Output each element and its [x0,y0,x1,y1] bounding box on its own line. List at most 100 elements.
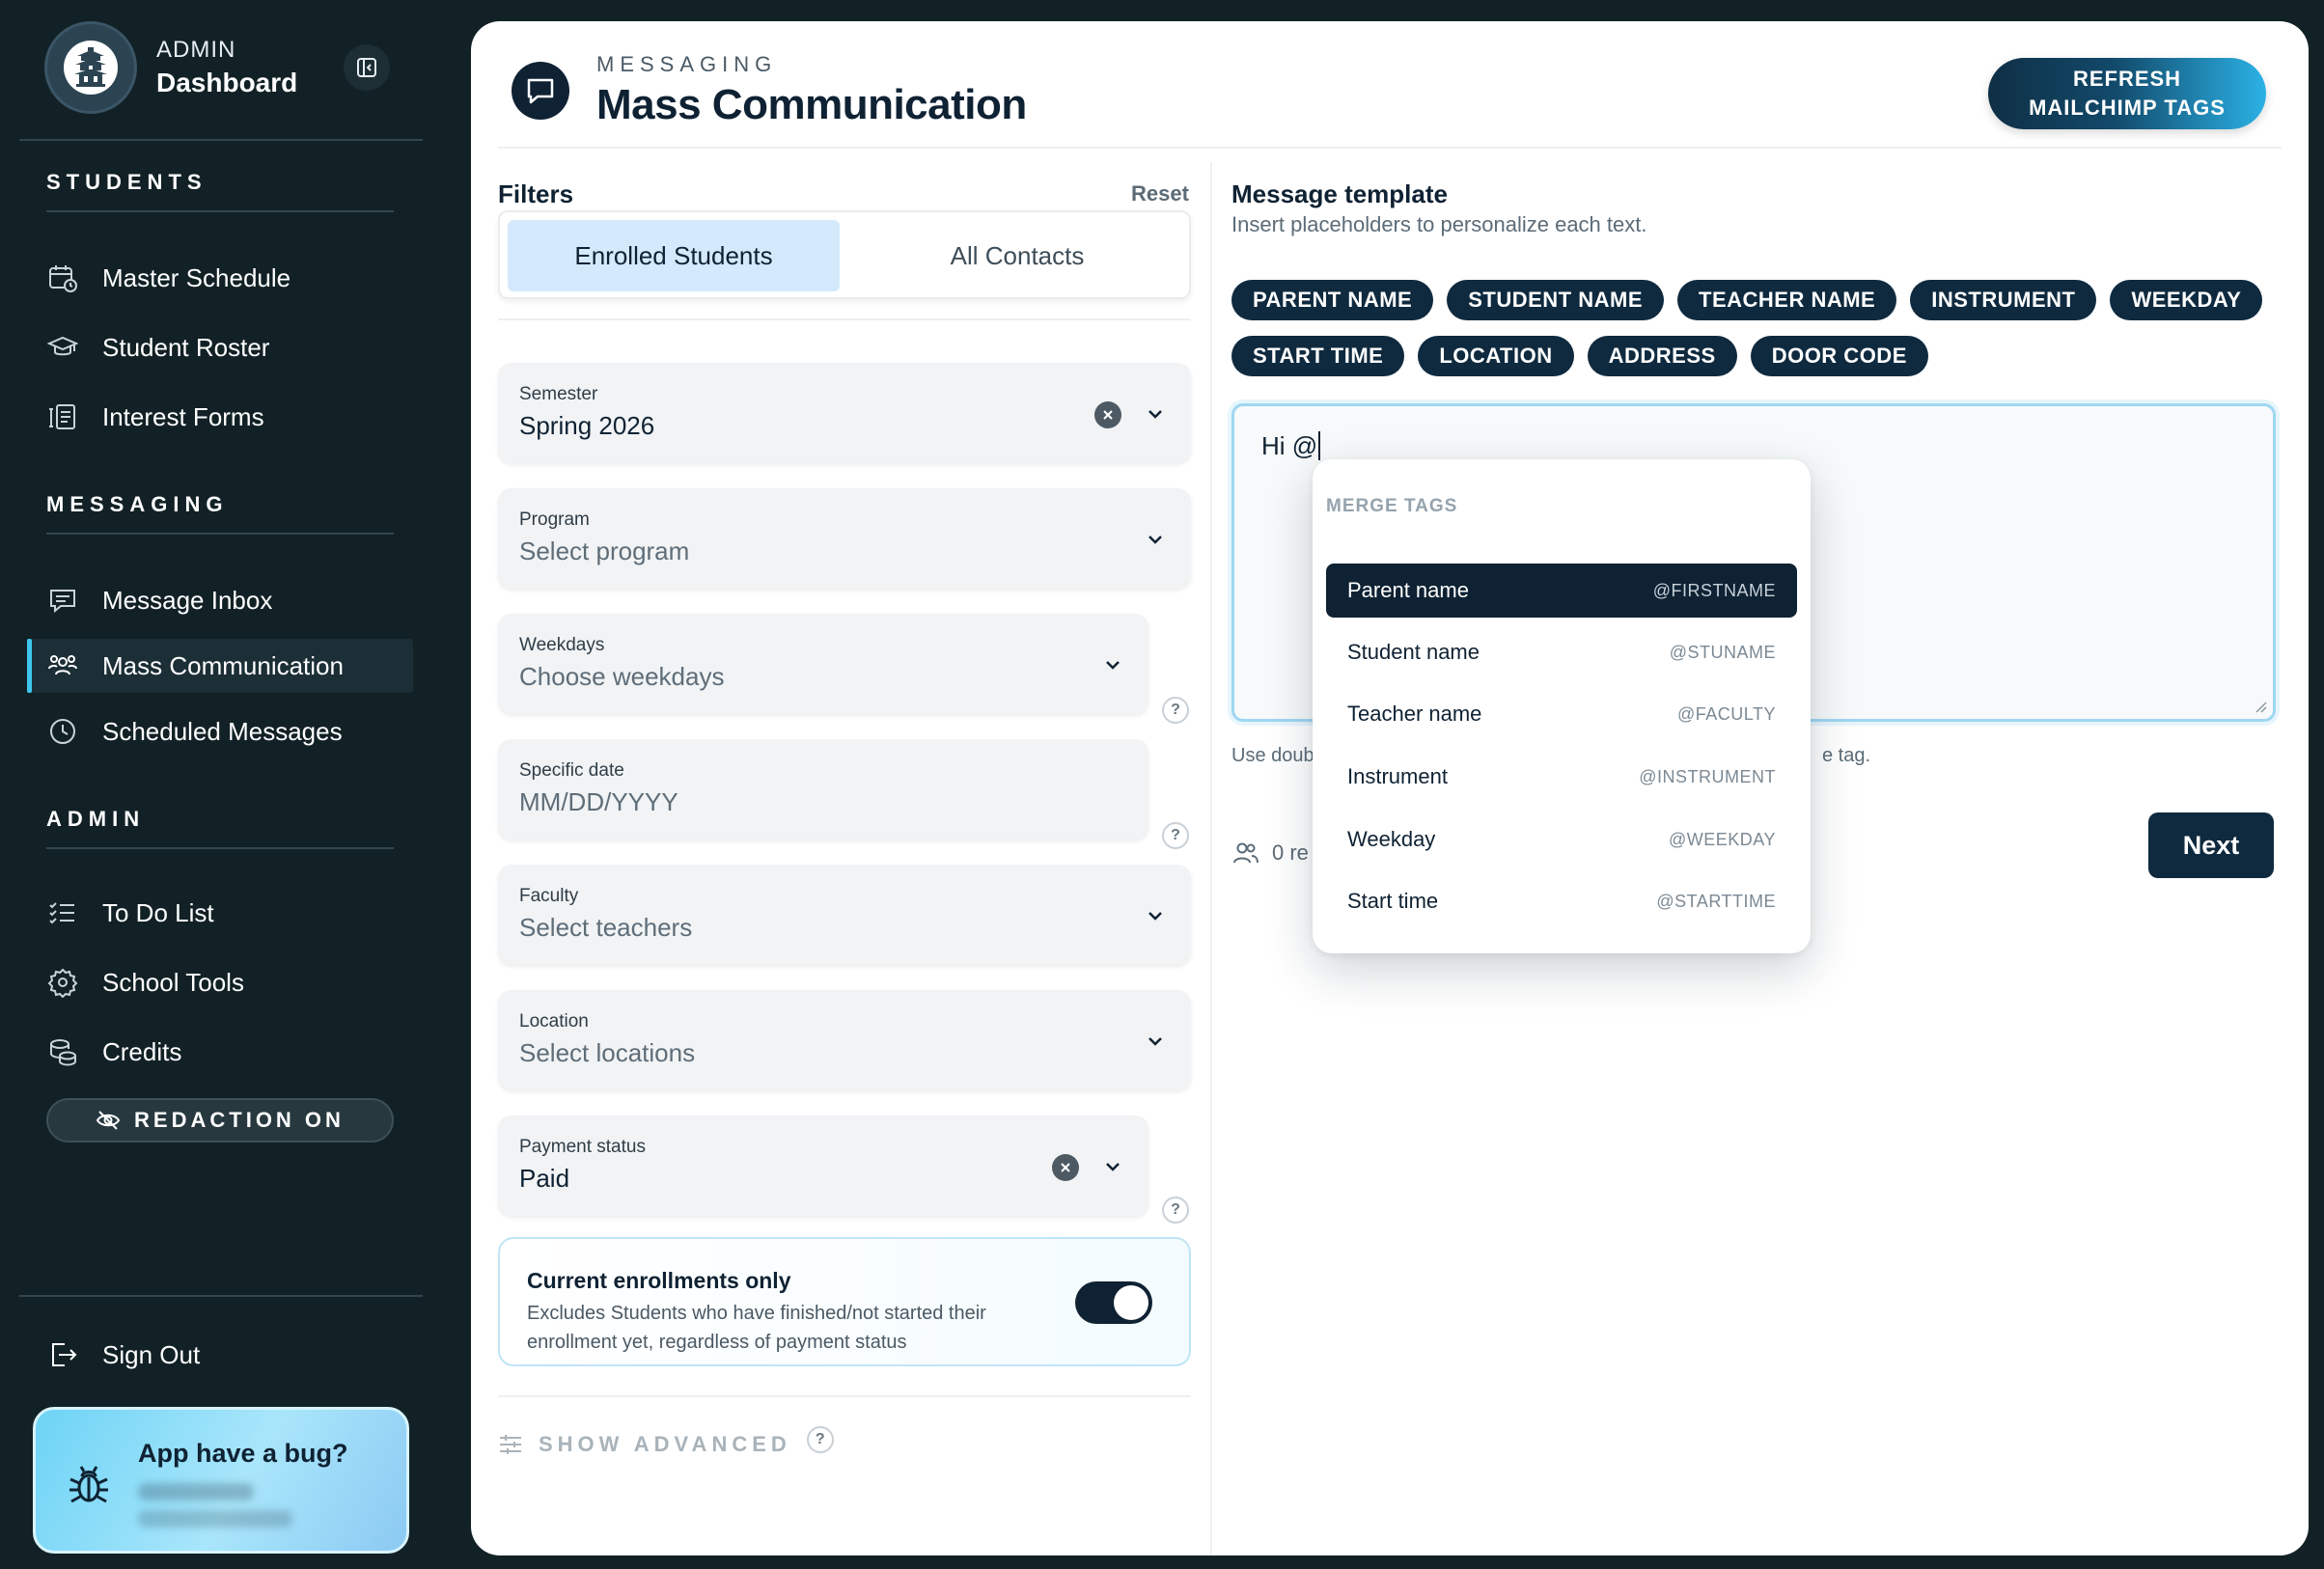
merge-tag-option[interactable]: Instrument @INSTRUMENT [1326,750,1797,804]
sidebar: ADMIN Dashboard STUDENTS Master Schedule [0,0,454,1569]
recipient-count: 0 re [1231,840,1309,867]
chevron-down-icon[interactable] [1143,527,1168,552]
section-title: STUDENTS [46,170,208,194]
filters-divider [498,318,1191,320]
message-template-subtitle: Insert placeholders to personalize each … [1231,212,1647,236]
sidebar-item-label: Interest Forms [102,401,264,431]
field-placeholder: Choose weekdays [519,662,725,691]
chevron-down-icon[interactable] [1143,401,1168,427]
semester-select[interactable]: Semester Spring 2026 [498,363,1191,463]
weekdays-select[interactable]: Weekdays Choose weekdays [498,614,1148,714]
field-label: Program [519,509,590,530]
weekdays-help-icon[interactable]: ? [1162,697,1189,724]
merge-tags-title: MERGE TAGS [1326,496,1458,516]
template-hint-start: Use doub [1231,745,1314,766]
bug-icon [65,1460,113,1508]
current-enrollments-toggle[interactable] [1075,1281,1152,1324]
field-value: Spring 2026 [519,411,655,440]
specific-date-input[interactable]: Specific date MM/DD/YYYY [498,739,1148,840]
chip-parent-name[interactable]: PARENT NAME [1231,280,1434,320]
recipient-count-text: 0 re [1272,840,1309,865]
sidebar-item-label: Master Schedule [102,262,291,292]
sign-out-button[interactable]: Sign Out [27,1328,413,1382]
program-select[interactable]: Program Select program [498,488,1191,589]
clear-icon[interactable] [1094,401,1121,428]
main-panel: MESSAGING Mass Communication REFRESH MAI… [471,21,2309,1555]
sidebar-item-to-do-list[interactable]: To Do List [27,886,413,940]
chip-student-name[interactable]: STUDENT NAME [1447,280,1664,320]
chevron-down-icon[interactable] [1143,903,1168,928]
field-label: Payment status [519,1137,646,1157]
users-icon [46,649,79,682]
field-label: Specific date [519,760,624,781]
users-icon [1233,842,1259,864]
show-advanced-help-icon[interactable]: ? [806,1426,834,1453]
chip-door-code[interactable]: DOOR CODE [1750,336,1928,376]
section-title: ADMIN [46,807,146,831]
sliders-icon [498,1432,523,1457]
sidebar-section-messaging: MESSAGING [46,492,394,535]
header-divider [498,147,2282,149]
segment-enrolled-students[interactable]: Enrolled Students [508,220,840,291]
merge-tag-option[interactable]: Start time @STARTTIME [1326,874,1797,928]
chip-weekday[interactable]: WEEKDAY [2110,280,2263,320]
refresh-mailchimp-tags-button[interactable]: REFRESH MAILCHIMP TAGS [1988,58,2266,129]
chip-address[interactable]: ADDRESS [1587,336,1737,376]
merge-tag-option[interactable]: Teacher name @FACULTY [1326,687,1797,741]
sidebar-item-credits[interactable]: Credits [27,1025,413,1079]
sidebar-item-student-roster[interactable]: Student Roster [27,320,413,374]
chevron-down-icon[interactable] [1100,652,1125,677]
sign-out-label: Sign Out [102,1339,201,1369]
field-placeholder: MM/DD/YYYY [519,787,678,816]
location-select[interactable]: Location Select locations [498,990,1191,1090]
sidebar-item-label: Student Roster [102,332,270,362]
field-label: Faculty [519,886,579,906]
specific-date-help-icon[interactable]: ? [1162,822,1189,849]
advanced-divider [498,1395,1191,1397]
sidebar-item-school-tools[interactable]: School Tools [27,955,413,1009]
calendar-clock-icon [46,262,79,294]
payment-status-help-icon[interactable]: ? [1162,1197,1189,1224]
sidebar-item-scheduled-messages[interactable]: Scheduled Messages [27,704,413,758]
current-enrollments-card: Current enrollments only Excludes Studen… [498,1237,1191,1366]
field-label: Weekdays [519,635,605,655]
chevron-down-icon[interactable] [1143,1029,1168,1054]
chevron-down-icon[interactable] [1100,1154,1125,1179]
merge-tag-option[interactable]: Student name @STUNAME [1326,625,1797,679]
collapse-sidebar-button[interactable] [344,44,390,91]
sidebar-section-students: STUDENTS [46,170,394,212]
redaction-toggle-button[interactable]: REDACTION ON [46,1098,394,1142]
sidebar-item-message-inbox[interactable]: Message Inbox [27,573,413,627]
redacted-text [138,1483,254,1500]
audience-segmented-control: Enrolled Students All Contacts [498,210,1191,299]
sidebar-item-mass-communication[interactable]: Mass Communication [27,639,413,693]
sidebar-item-label: Mass Communication [102,650,344,680]
checklist-icon [46,896,79,929]
brand-title: Dashboard [156,68,298,97]
report-bug-card[interactable]: App have a bug? [33,1407,409,1554]
template-hint-end: e tag. [1822,745,1871,766]
field-placeholder: Select teachers [519,913,693,942]
sidebar-item-interest-forms[interactable]: Interest Forms [27,390,413,444]
clock-icon [46,715,79,748]
chip-start-time[interactable]: START TIME [1231,336,1405,376]
next-button[interactable]: Next [2148,812,2274,878]
toggle-knob [1114,1285,1148,1320]
resize-handle-icon[interactable] [2254,700,2267,713]
show-advanced-button[interactable]: SHOW ADVANCED ? [498,1426,834,1457]
message-template-title: Message template [1231,179,1448,208]
merge-tag-option[interactable]: Parent name @FIRSTNAME [1326,564,1797,618]
merge-tag-option[interactable]: Weekday @WEEKDAY [1326,812,1797,867]
reset-filters-button[interactable]: Reset [1131,181,1189,206]
clear-icon[interactable] [1052,1154,1079,1181]
segment-all-contacts[interactable]: All Contacts [851,220,1183,291]
chip-teacher-name[interactable]: TEACHER NAME [1677,280,1897,320]
page-kicker: MESSAGING [596,52,778,76]
sidebar-divider [19,1295,423,1297]
faculty-select[interactable]: Faculty Select teachers [498,865,1191,965]
payment-status-select[interactable]: Payment status Paid [498,1115,1148,1216]
sidebar-item-master-schedule[interactable]: Master Schedule [27,251,413,305]
chip-location[interactable]: LOCATION [1418,336,1574,376]
chip-instrument[interactable]: INSTRUMENT [1910,280,2097,320]
brand[interactable]: ADMIN Dashboard [44,21,297,114]
